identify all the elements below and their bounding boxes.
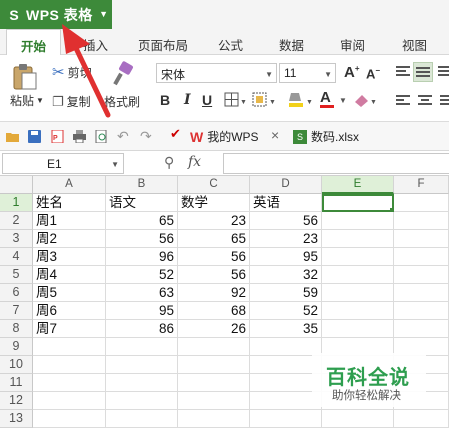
annotation-arrow	[62, 24, 111, 118]
